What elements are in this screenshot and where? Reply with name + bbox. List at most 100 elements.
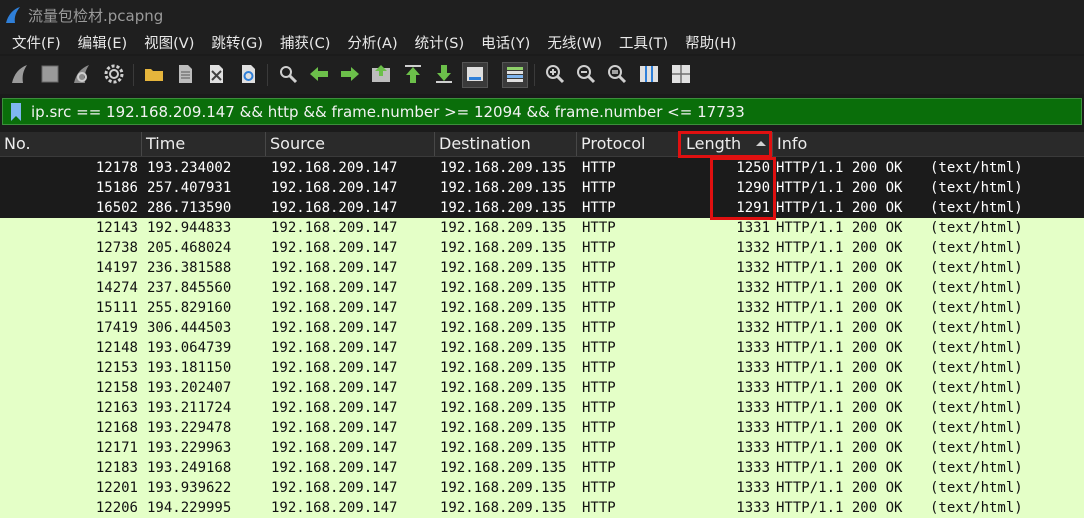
shark-fin-start-icon[interactable] bbox=[8, 62, 32, 86]
autoscroll-icon[interactable] bbox=[462, 62, 488, 88]
go-back-arrow-icon[interactable] bbox=[307, 62, 331, 86]
packet-info-text: HTTP/1.1 200 OK bbox=[776, 480, 903, 496]
packet-time-cell: 193.229963 bbox=[147, 440, 232, 456]
packet-length-cell: 1333 bbox=[736, 420, 770, 436]
menu-wireless[interactable]: 无线(W) bbox=[547, 32, 602, 53]
packet-length-cell: 1331 bbox=[736, 220, 770, 236]
packet-info-cell: HTTP/1.1 200 OK (text/html) bbox=[776, 158, 1023, 178]
packet-length-cell: 1333 bbox=[736, 500, 770, 516]
go-last-arrow-icon[interactable] bbox=[432, 62, 456, 86]
open-folder-icon[interactable] bbox=[142, 62, 166, 86]
menu-edit[interactable]: 编辑(E) bbox=[78, 32, 127, 53]
column-header-no[interactable]: No. bbox=[0, 132, 141, 156]
packet-info-cell: HTTP/1.1 200 OK (text/html) bbox=[776, 178, 1023, 198]
menu-analyze[interactable]: 分析(A) bbox=[347, 32, 397, 53]
packet-no-cell: 14274 bbox=[95, 280, 138, 296]
stop-square-icon[interactable] bbox=[38, 62, 62, 86]
packet-source-cell: 192.168.209.147 bbox=[271, 400, 398, 416]
packet-source-cell: 192.168.209.147 bbox=[271, 480, 398, 496]
packet-content-type: (text/html) bbox=[930, 160, 1023, 176]
layout-grid-icon[interactable] bbox=[669, 62, 693, 86]
packet-row[interactable]: 15111 255.829160 192.168.209.147 192.168.20… bbox=[0, 298, 1084, 318]
packet-row[interactable]: 16502 286.713590 192.168.209.147 192.168.20… bbox=[0, 198, 1084, 218]
packet-row[interactable]: 14197 236.381588 192.168.209.147 192.168.20… bbox=[0, 258, 1084, 278]
packet-info-text: HTTP/1.1 200 OK bbox=[776, 420, 903, 436]
column-header-time[interactable]: Time bbox=[141, 132, 265, 156]
toolbar-separator bbox=[267, 64, 268, 86]
packet-time-cell: 193.202407 bbox=[147, 380, 232, 396]
packet-info-text: HTTP/1.1 200 OK bbox=[776, 160, 903, 176]
packet-length-cell: 1333 bbox=[736, 360, 770, 376]
packet-info-cell: HTTP/1.1 200 OK (text/html) bbox=[776, 418, 1023, 438]
display-filter-input[interactable]: ip.src == 192.168.209.147 && http && fra… bbox=[31, 103, 745, 121]
go-forward-arrow-icon[interactable] bbox=[338, 62, 362, 86]
packet-info-cell: HTTP/1.1 200 OK (text/html) bbox=[776, 318, 1023, 338]
packet-row[interactable]: 12183 193.249168 192.168.209.147 192.168.20… bbox=[0, 458, 1084, 478]
capture-options-gear-icon[interactable] bbox=[102, 62, 126, 86]
packet-info-cell: HTTP/1.1 200 OK (text/html) bbox=[776, 398, 1023, 418]
packet-row[interactable]: 12163 193.211724 192.168.209.147 192.168.20… bbox=[0, 398, 1084, 418]
packet-destination-cell: 192.168.209.135 bbox=[440, 320, 567, 336]
menu-go[interactable]: 跳转(G) bbox=[211, 32, 263, 53]
filter-bookmark-icon[interactable] bbox=[11, 102, 21, 121]
packet-row[interactable]: 12738 205.468024 192.168.209.147 192.168.20… bbox=[0, 238, 1084, 258]
column-header-destination[interactable]: Destination bbox=[434, 132, 576, 156]
menu-bar: 文件(F) 编辑(E) 视图(V) 跳转(G) 捕获(C) 分析(A) 统计(S… bbox=[0, 30, 1084, 54]
menu-telephony[interactable]: 电话(Y) bbox=[481, 32, 530, 53]
packet-info-cell: HTTP/1.1 200 OK (text/html) bbox=[776, 298, 1023, 318]
packet-row[interactable]: 14274 237.845560 192.168.209.147 192.168.20… bbox=[0, 278, 1084, 298]
packet-row[interactable]: 12178 193.234002 192.168.209.147 192.168.20… bbox=[0, 158, 1084, 178]
go-first-arrow-icon[interactable] bbox=[401, 62, 425, 86]
zoom-out-icon[interactable] bbox=[574, 62, 598, 86]
menu-file[interactable]: 文件(F) bbox=[12, 32, 61, 53]
packet-no-cell: 15186 bbox=[95, 180, 138, 196]
packet-row[interactable]: 15186 257.407931 192.168.209.147 192.168.20… bbox=[0, 178, 1084, 198]
packet-row[interactable]: 12148 193.064739 192.168.209.147 192.168.20… bbox=[0, 338, 1084, 358]
menu-capture[interactable]: 捕获(C) bbox=[280, 32, 330, 53]
packet-no-cell: 12143 bbox=[95, 220, 138, 236]
packet-destination-cell: 192.168.209.135 bbox=[440, 300, 567, 316]
packet-destination-cell: 192.168.209.135 bbox=[440, 220, 567, 236]
packet-content-type: (text/html) bbox=[930, 300, 1023, 316]
packet-row[interactable]: 12153 193.181150 192.168.209.147 192.168.20… bbox=[0, 358, 1084, 378]
menu-view[interactable]: 视图(V) bbox=[144, 32, 194, 53]
packet-time-cell: 192.944833 bbox=[147, 220, 232, 236]
close-file-icon[interactable] bbox=[204, 62, 228, 86]
packet-source-cell: 192.168.209.147 bbox=[271, 220, 398, 236]
packet-info-text: HTTP/1.1 200 OK bbox=[776, 360, 903, 376]
reload-file-icon[interactable] bbox=[236, 62, 260, 86]
packet-destination-cell: 192.168.209.135 bbox=[440, 280, 567, 296]
packet-source-cell: 192.168.209.147 bbox=[271, 500, 398, 516]
go-to-packet-icon[interactable] bbox=[369, 62, 393, 86]
packet-row[interactable]: 17419 306.444503 192.168.209.147 192.168.20… bbox=[0, 318, 1084, 338]
packet-protocol-cell: HTTP bbox=[582, 320, 616, 336]
resize-columns-icon[interactable] bbox=[637, 62, 661, 86]
packet-length-cell: 1333 bbox=[736, 480, 770, 496]
packet-source-cell: 192.168.209.147 bbox=[271, 160, 398, 176]
packet-info-text: HTTP/1.1 200 OK bbox=[776, 300, 903, 316]
file-icon[interactable] bbox=[173, 62, 197, 86]
column-header-source[interactable]: Source bbox=[265, 132, 434, 156]
packet-row[interactable]: 12201 193.939622 192.168.209.147 192.168.20… bbox=[0, 478, 1084, 498]
packet-row[interactable]: 12168 193.229478 192.168.209.147 192.168.20… bbox=[0, 418, 1084, 438]
colorize-icon[interactable] bbox=[502, 62, 528, 88]
packet-time-cell: 193.939622 bbox=[147, 480, 232, 496]
packet-row[interactable]: 12206 194.229995 192.168.209.147 192.168.20… bbox=[0, 498, 1084, 518]
menu-help[interactable]: 帮助(H) bbox=[685, 32, 736, 53]
column-header-protocol[interactable]: Protocol bbox=[576, 132, 678, 156]
menu-tools[interactable]: 工具(T) bbox=[619, 32, 668, 53]
packet-row[interactable]: 12143 192.944833 192.168.209.147 192.168.20… bbox=[0, 218, 1084, 238]
toolbar-separator bbox=[534, 64, 535, 86]
packet-row[interactable]: 12171 193.229963 192.168.209.147 192.168.20… bbox=[0, 438, 1084, 458]
packet-content-type: (text/html) bbox=[930, 440, 1023, 456]
packet-protocol-cell: HTTP bbox=[582, 200, 616, 216]
display-filter-bar[interactable]: ip.src == 192.168.209.147 && http && fra… bbox=[2, 98, 1082, 125]
packet-row[interactable]: 12158 193.202407 192.168.209.147 192.168.20… bbox=[0, 378, 1084, 398]
packet-content-type: (text/html) bbox=[930, 200, 1023, 216]
zoom-in-icon[interactable] bbox=[543, 62, 567, 86]
menu-statistics[interactable]: 统计(S) bbox=[415, 32, 465, 53]
find-magnifier-icon[interactable] bbox=[276, 62, 300, 86]
restart-fin-icon[interactable] bbox=[70, 62, 94, 86]
zoom-normal-icon[interactable] bbox=[605, 62, 629, 86]
column-header-info[interactable]: Info bbox=[772, 132, 1084, 156]
